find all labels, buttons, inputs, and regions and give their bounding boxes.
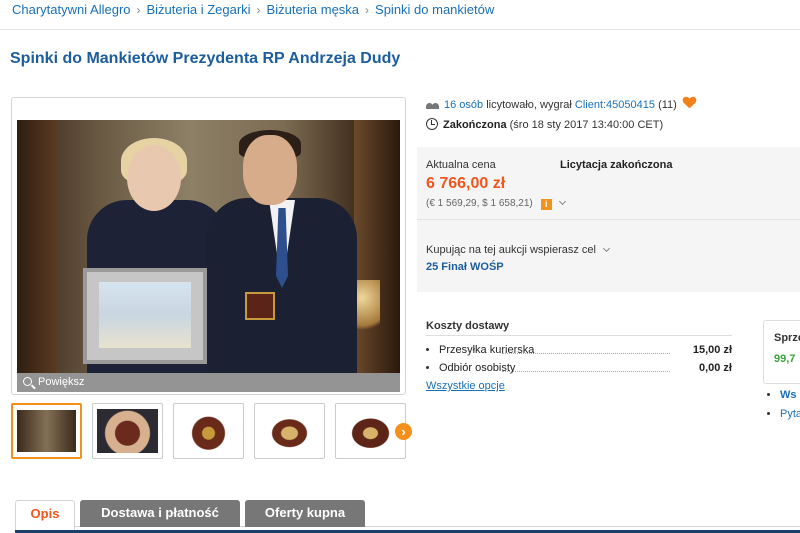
breadcrumb: Charytatywni Allegro › Biżuteria i Zegarki… <box>12 2 494 17</box>
shipping-method: Przesyłka kurierska <box>439 344 535 356</box>
thumbnail-image <box>259 409 320 453</box>
price-label: Aktualna cena <box>426 159 496 171</box>
price-divider <box>417 219 800 220</box>
thumbnail-image <box>178 409 239 453</box>
bullet <box>767 393 770 396</box>
thumbnail-image <box>97 409 158 453</box>
photo-curtain <box>17 120 57 373</box>
main-product-photo[interactable] <box>17 120 400 373</box>
seller-rating: 99,7 <box>774 353 796 365</box>
breadcrumb-separator: › <box>136 3 141 17</box>
photo-frame-picture <box>99 282 191 348</box>
thumbnail-image <box>340 409 401 453</box>
auction-status: Licytacja zakończona <box>560 159 673 171</box>
bullet <box>426 366 429 369</box>
charity-support-text: Kupując na tej aukcji wspierasz cel <box>426 244 611 256</box>
bidders-info: 16 osób licytowało, wygrał Client:450504… <box>426 97 696 111</box>
bullet <box>426 348 429 351</box>
thumbnail[interactable] <box>11 403 82 459</box>
seller-label: Sprze <box>774 332 800 344</box>
chevron-right-icon[interactable]: › <box>395 423 412 440</box>
thumbnail-image <box>17 410 76 452</box>
info-icon[interactable]: i <box>540 199 552 210</box>
all-shipping-options-link[interactable]: Wszystkie opcje <box>426 380 505 392</box>
breadcrumb-separator: › <box>256 3 261 17</box>
tab-purchase-offers[interactable]: Oferty kupna <box>245 500 365 527</box>
seller-link[interactable]: Ws <box>767 389 797 401</box>
breadcrumb-item[interactable]: Biżuteria męska <box>267 2 359 17</box>
breadcrumb-item[interactable]: Biżuteria i Zegarki <box>147 2 251 17</box>
chevron-down-icon[interactable] <box>602 244 611 253</box>
thumbnail[interactable] <box>173 403 244 459</box>
tab-delivery-payment[interactable]: Dostawa i płatność <box>80 500 240 527</box>
seller-link-label: Ws <box>780 389 797 401</box>
ended-label: Zakończona <box>443 119 507 131</box>
dotted-leader <box>502 353 670 354</box>
tab-description[interactable]: Opis <box>15 500 75 530</box>
thumbnail[interactable] <box>254 403 325 459</box>
bullet <box>767 412 770 415</box>
clock-icon <box>426 118 438 130</box>
thumbnail[interactable] <box>92 403 163 459</box>
shipping-divider <box>426 335 732 336</box>
shipping-row: Odbiór osobisty 0,00 zł <box>426 362 732 374</box>
bidders-text: licytowało, wygrał <box>486 99 572 111</box>
price-panel: Aktualna cena Licytacja zakończona 6 766… <box>417 147 800 292</box>
chevron-down-icon[interactable] <box>558 197 566 206</box>
dotted-leader <box>502 371 670 372</box>
seller-card: Sprze 99,7 <box>763 320 800 384</box>
charity-support-label: Kupując na tej aukcji wspierasz cel <box>426 244 596 256</box>
seller-link[interactable]: Pyta <box>767 408 800 420</box>
people-icon <box>426 100 440 109</box>
auction-end-info: Zakończona (śro 18 sty 2017 13:40:00 CET… <box>426 118 663 131</box>
bidders-count-link[interactable]: 16 osób <box>444 99 483 111</box>
cufflink-box <box>245 292 275 320</box>
price-currency-conversion: (€ 1 569,29, $ 1 658,21) i <box>426 197 566 210</box>
breadcrumb-item[interactable]: Spinki do mankietów <box>375 2 494 17</box>
zoom-button[interactable]: Powiększ <box>17 373 400 392</box>
charity-name[interactable]: 25 Finał WOŚP <box>426 261 504 273</box>
magnifier-icon <box>23 377 32 386</box>
image-gallery: Powiększ <box>11 97 406 395</box>
shipping-price: 15,00 zł <box>692 344 732 356</box>
price-fx-text: (€ 1 569,29, $ 1 658,21) <box>426 198 533 209</box>
shipping-title: Koszty dostawy <box>426 320 510 332</box>
shipping-row: Przesyłka kurierska 15,00 zł <box>426 344 732 356</box>
page-title: Spinki do Mankietów Prezydenta RP Andrze… <box>10 50 401 67</box>
breadcrumb-item[interactable]: Charytatywni Allegro <box>12 2 131 17</box>
ended-date: (śro 18 sty 2017 13:40:00 CET) <box>509 119 664 131</box>
heart-icon[interactable] <box>683 97 696 109</box>
shipping-method: Odbiór osobisty <box>439 362 516 374</box>
photo-figure <box>243 135 297 205</box>
price-value: 6 766,00 zł <box>426 175 506 192</box>
shipping-price: 0,00 zł <box>698 362 732 374</box>
header-divider <box>0 29 800 30</box>
winner-rating: (11) <box>658 99 677 111</box>
photo-figure <box>127 145 181 211</box>
winner-link[interactable]: Client:45050415 <box>575 99 655 111</box>
breadcrumb-separator: › <box>365 3 370 17</box>
zoom-label: Powiększ <box>38 376 85 388</box>
seller-link-label: Pyta <box>780 408 800 420</box>
